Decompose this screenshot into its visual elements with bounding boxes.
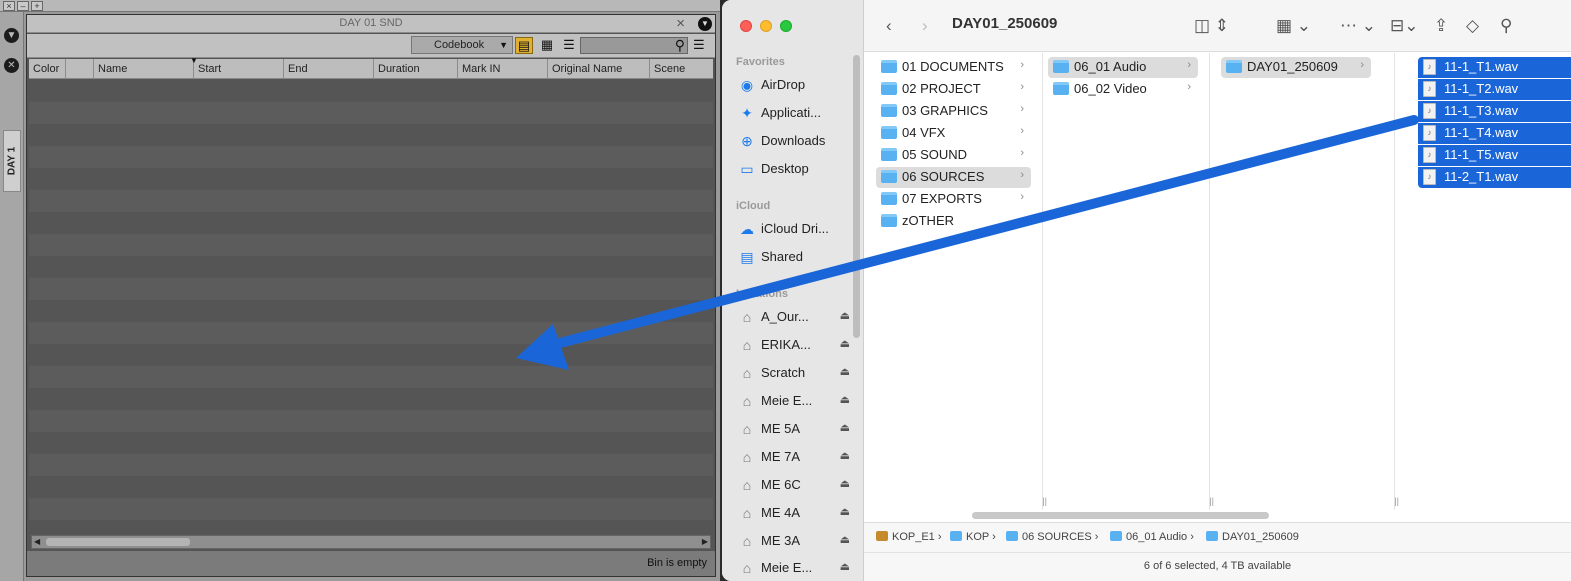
arrow-shaft (551, 115, 1419, 349)
drag-arrow-annotation (516, 115, 1419, 370)
screen: × – + ▼ ✕ DAY 1 DAY 01 SND × ▼ Codebook ▼… (0, 0, 1571, 581)
